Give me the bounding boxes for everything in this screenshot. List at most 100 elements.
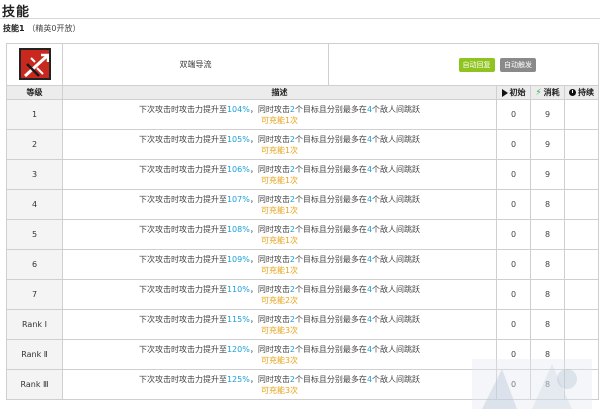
level-cell: 1 bbox=[6, 99, 63, 130]
column-header-row: 等级 描述 初始 ⚡ 消耗 持续 bbox=[6, 85, 600, 100]
duration-cell bbox=[563, 219, 600, 250]
title-divider bbox=[0, 18, 600, 19]
lightning-icon: ⚡ bbox=[535, 87, 542, 98]
description-cell: 下次攻击时攻击力提升至115%，同时攻击2个目标且分别最多在4个敌人间跳跃 可充能… bbox=[62, 309, 497, 340]
col-initial-label: 初始 bbox=[509, 88, 526, 97]
desc-mid: ，同时攻击 bbox=[249, 254, 290, 264]
level-cell: 2 bbox=[6, 129, 63, 160]
charge-note: 可充能1次 bbox=[260, 265, 299, 275]
cost-cell: 8 bbox=[530, 219, 565, 250]
cost-cell: 9 bbox=[530, 159, 565, 190]
table-row: Rank Ⅰ 下次攻击时攻击力提升至115%，同时攻击2个目标且分别最多在4个敌人… bbox=[6, 309, 600, 340]
charge-note: 可充能3次 bbox=[260, 355, 299, 365]
level-cell: Rank Ⅲ bbox=[6, 369, 63, 400]
desc-mid2: 个目标且分别最多在 bbox=[294, 374, 367, 384]
desc-mid2: 个目标且分别最多在 bbox=[294, 284, 367, 294]
initial-cell: 0 bbox=[496, 339, 531, 370]
skill-tag-label: 技能1 bbox=[3, 24, 25, 33]
desc-suffix: 个敌人间跳跃 bbox=[372, 254, 421, 264]
atk-value: 106% bbox=[226, 164, 250, 174]
col-cost: ⚡ 消耗 bbox=[530, 85, 565, 100]
desc-prefix: 下次攻击时攻击力提升至 bbox=[138, 224, 227, 234]
desc-mid: ，同时攻击 bbox=[249, 344, 290, 354]
description-cell: 下次攻击时攻击力提升至109%，同时攻击2个目标且分别最多在4个敌人间跳跃 可充能… bbox=[62, 249, 497, 280]
table-row: 4 下次攻击时攻击力提升至107%，同时攻击2个目标且分别最多在4个敌人间跳跃 可充… bbox=[6, 189, 600, 220]
desc-suffix: 个敌人间跳跃 bbox=[372, 224, 421, 234]
desc-prefix: 下次攻击时攻击力提升至 bbox=[138, 314, 227, 324]
cost-cell: 8 bbox=[530, 339, 565, 370]
desc-mid: ，同时攻击 bbox=[249, 284, 290, 294]
charge-note: 可充能2次 bbox=[260, 295, 299, 305]
duration-cell bbox=[563, 309, 600, 340]
atk-value: 110% bbox=[226, 284, 250, 294]
level-cell: Rank Ⅱ bbox=[6, 339, 63, 370]
cost-cell: 8 bbox=[530, 369, 565, 400]
initial-cell: 0 bbox=[496, 159, 531, 190]
initial-cell: 0 bbox=[496, 129, 531, 160]
description-cell: 下次攻击时攻击力提升至120%，同时攻击2个目标且分别最多在4个敌人间跳跃 可充能… bbox=[62, 339, 497, 370]
level-rows: 1 下次攻击时攻击力提升至104%，同时攻击2个目标且分别最多在4个敌人间跳跃 可充… bbox=[6, 99, 600, 400]
desc-mid: ，同时攻击 bbox=[249, 224, 290, 234]
table-row: Rank Ⅱ 下次攻击时攻击力提升至120%，同时攻击2个目标且分别最多在4个敌人… bbox=[6, 339, 600, 370]
initial-cell: 0 bbox=[496, 369, 531, 400]
desc-mid: ，同时攻击 bbox=[249, 134, 290, 144]
cost-cell: 9 bbox=[530, 99, 565, 130]
desc-prefix: 下次攻击时攻击力提升至 bbox=[138, 254, 227, 264]
desc-prefix: 下次攻击时攻击力提升至 bbox=[138, 284, 227, 294]
desc-mid2: 个目标且分别最多在 bbox=[294, 104, 367, 114]
description-cell: 下次攻击时攻击力提升至106%，同时攻击2个目标且分别最多在4个敌人间跳跃 可充能… bbox=[62, 159, 497, 190]
table-row: 7 下次攻击时攻击力提升至110%，同时攻击2个目标且分别最多在4个敌人间跳跃 可充… bbox=[6, 279, 600, 310]
duration-cell bbox=[563, 189, 600, 220]
desc-suffix: 个敌人间跳跃 bbox=[372, 374, 421, 384]
atk-value: 125% bbox=[226, 374, 250, 384]
initial-cell: 0 bbox=[496, 99, 531, 130]
desc-mid2: 个目标且分别最多在 bbox=[294, 344, 367, 354]
duration-cell bbox=[563, 339, 600, 370]
col-level: 等级 bbox=[6, 85, 63, 100]
table-row: 2 下次攻击时攻击力提升至105%，同时攻击2个目标且分别最多在4个敌人间跳跃 可充… bbox=[6, 129, 600, 160]
desc-mid2: 个目标且分别最多在 bbox=[294, 164, 367, 174]
description-cell: 下次攻击时攻击力提升至107%，同时攻击2个目标且分别最多在4个敌人间跳跃 可充能… bbox=[62, 189, 497, 220]
description-cell: 下次攻击时攻击力提升至110%，同时攻击2个目标且分别最多在4个敌人间跳跃 可充能… bbox=[62, 279, 497, 310]
table-row: 1 下次攻击时攻击力提升至104%，同时攻击2个目标且分别最多在4个敌人间跳跃 可充… bbox=[6, 99, 600, 130]
duration-cell bbox=[563, 249, 600, 280]
cost-cell: 8 bbox=[530, 279, 565, 310]
skill-header-row: 双端导流 自动回复 自动触发 bbox=[6, 43, 600, 86]
desc-mid: ，同时攻击 bbox=[249, 104, 290, 114]
skill-tag: 技能1 （精英0开放） bbox=[3, 23, 80, 34]
charge-note: 可充能1次 bbox=[260, 175, 299, 185]
desc-mid2: 个目标且分别最多在 bbox=[294, 194, 367, 204]
level-cell: 3 bbox=[6, 159, 63, 190]
atk-value: 107% bbox=[226, 194, 250, 204]
duration-cell bbox=[563, 159, 600, 190]
duration-cell bbox=[563, 279, 600, 310]
charge-note: 可充能1次 bbox=[260, 205, 299, 215]
desc-mid: ，同时攻击 bbox=[249, 164, 290, 174]
skill-table: 双端导流 自动回复 自动触发 等级 描述 初始 ⚡ 消耗 持续 1 下次攻击时攻击力… bbox=[6, 43, 600, 400]
level-cell: 7 bbox=[6, 279, 63, 310]
table-row: 6 下次攻击时攻击力提升至109%，同时攻击2个目标且分别最多在4个敌人间跳跃 可充… bbox=[6, 249, 600, 280]
table-row: Rank Ⅲ 下次攻击时攻击力提升至125%，同时攻击2个目标且分别最多在4个敌人… bbox=[6, 369, 600, 400]
charge-note: 可充能1次 bbox=[260, 235, 299, 245]
atk-value: 108% bbox=[226, 224, 250, 234]
col-duration-label: 持续 bbox=[578, 88, 595, 97]
cost-cell: 8 bbox=[530, 249, 565, 280]
desc-mid2: 个目标且分别最多在 bbox=[294, 134, 367, 144]
initial-cell: 0 bbox=[496, 249, 531, 280]
description-cell: 下次攻击时攻击力提升至125%，同时攻击2个目标且分别最多在4个敌人间跳跃 可充能… bbox=[62, 369, 497, 400]
desc-mid: ，同时攻击 bbox=[249, 374, 290, 384]
description-cell: 下次攻击时攻击力提升至104%，同时攻击2个目标且分别最多在4个敌人间跳跃 可充能… bbox=[62, 99, 497, 130]
desc-suffix: 个敌人间跳跃 bbox=[372, 314, 421, 324]
desc-mid2: 个目标且分别最多在 bbox=[294, 314, 367, 324]
level-cell: 5 bbox=[6, 219, 63, 250]
desc-prefix: 下次攻击时攻击力提升至 bbox=[138, 134, 227, 144]
desc-suffix: 个敌人间跳跃 bbox=[372, 104, 421, 114]
atk-value: 120% bbox=[226, 344, 250, 354]
desc-suffix: 个敌人间跳跃 bbox=[372, 134, 421, 144]
atk-value: 104% bbox=[226, 104, 250, 114]
skill-unlock-note: （精英0开放） bbox=[27, 24, 81, 33]
initial-cell: 0 bbox=[496, 219, 531, 250]
cost-cell: 8 bbox=[530, 309, 565, 340]
col-description: 描述 bbox=[62, 85, 497, 100]
skill-icon-cell bbox=[6, 43, 63, 86]
